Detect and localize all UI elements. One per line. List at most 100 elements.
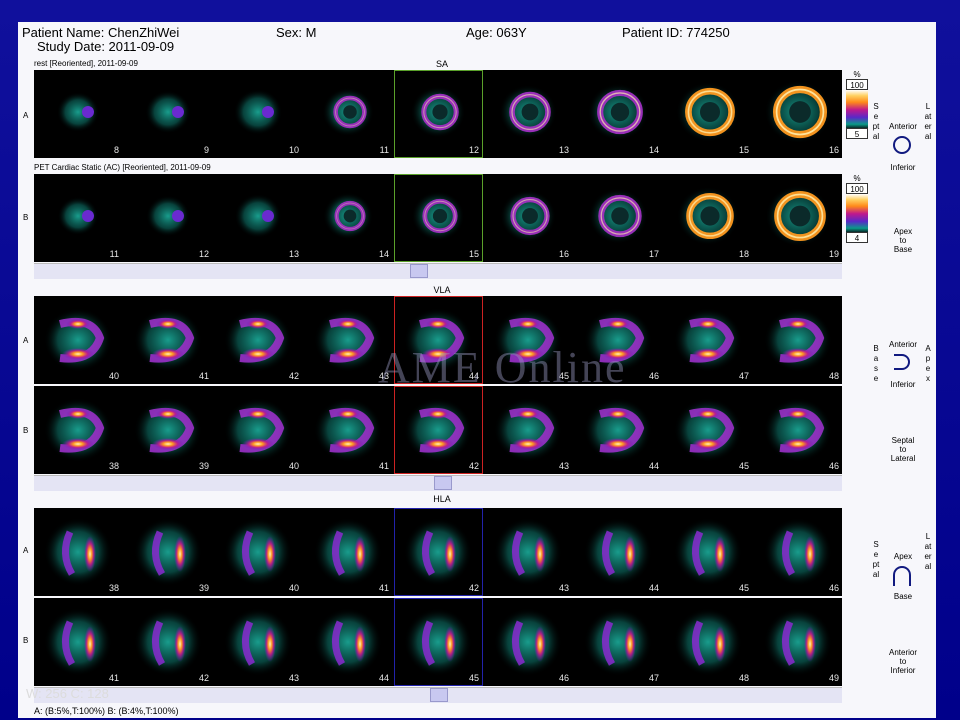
slice-image-sa-a[interactable]: 15: [664, 70, 752, 158]
slice-image-vla-b[interactable]: 45: [664, 386, 752, 474]
sa-orientation-circle-icon: [893, 136, 911, 154]
slice-image-sa-a[interactable]: 9: [124, 70, 212, 158]
slice-image-hla-a[interactable]: 44: [574, 508, 662, 596]
slice-image-vla-b[interactable]: 44: [574, 386, 662, 474]
slice-number: 13: [288, 249, 299, 259]
vla-scrollbar[interactable]: [34, 475, 842, 491]
septal-to-lateral-label: Septal to Lateral: [878, 436, 928, 463]
slice-image-sa-b[interactable]: 17: [574, 174, 662, 262]
slice-image-sa-a[interactable]: 10: [214, 70, 302, 158]
slice-number: 46: [828, 461, 839, 471]
slice-image-sa-b[interactable]: 19: [754, 174, 842, 262]
colorbar-b-max[interactable]: 100: [846, 183, 868, 194]
slice-image-vla-a[interactable]: 41: [124, 296, 212, 384]
threshold-footer: A: (B:5%,T:100%) B: (B:4%,T:100%): [34, 706, 179, 716]
hla-scrollbar[interactable]: [34, 687, 842, 703]
slice-number: 47: [648, 673, 659, 683]
slice-image-vla-b[interactable]: 38: [34, 386, 122, 474]
slice-image-vla-b[interactable]: 43: [484, 386, 572, 474]
patient-name: Patient Name: ChenZhiWei: [22, 25, 180, 40]
slice-image-hla-b[interactable]: 42: [124, 598, 212, 686]
vla-selected-slice-frame-b[interactable]: [394, 386, 483, 474]
slice-image-hla-b[interactable]: 43: [214, 598, 302, 686]
slice-number: 42: [288, 371, 299, 381]
slice-number: 40: [108, 371, 119, 381]
slice-number: 39: [198, 461, 209, 471]
slice-image-hla-a[interactable]: 46: [754, 508, 842, 596]
slice-number: 46: [828, 583, 839, 593]
slice-image-sa-b[interactable]: 14: [304, 174, 392, 262]
slice-image-hla-a[interactable]: 39: [124, 508, 212, 596]
viewer-panel: Patient Name: ChenZhiWei Study Date: 201…: [18, 22, 936, 718]
slice-image-vla-a[interactable]: 47: [664, 296, 752, 384]
slice-image-hla-b[interactable]: 49: [754, 598, 842, 686]
sa-lateral-label: Lateral: [924, 102, 932, 141]
sa-selected-slice-frame-b[interactable]: [394, 174, 483, 262]
sa-scroll-thumb[interactable]: [410, 264, 428, 278]
patient-id: Patient ID: 774250: [622, 25, 730, 40]
hla-scroll-thumb[interactable]: [430, 688, 448, 702]
vla-scroll-thumb[interactable]: [434, 476, 452, 490]
colorbar-a-percent: %: [853, 70, 861, 79]
hla-septal-label: Septal: [872, 540, 880, 579]
slice-number: 44: [378, 673, 389, 683]
hla-base-label: Base: [893, 592, 913, 601]
slice-number: 17: [648, 249, 659, 259]
series-b-title: PET Cardiac Static (AC) [Reoriented], 20…: [34, 163, 211, 172]
slice-image-hla-a[interactable]: 40: [214, 508, 302, 596]
sa-scrollbar[interactable]: [34, 263, 842, 279]
apex-to-base-line-2: to: [899, 236, 907, 245]
slice-image-sa-a[interactable]: 13: [484, 70, 572, 158]
slice-image-hla-a[interactable]: 43: [484, 508, 572, 596]
slice-number: 13: [558, 145, 569, 155]
slice-image-hla-b[interactable]: 41: [34, 598, 122, 686]
septal-to-lateral-line-1: Septal: [891, 436, 915, 445]
slice-number: 46: [648, 371, 659, 381]
slice-number: 43: [558, 461, 569, 471]
slice-image-sa-b[interactable]: 11: [34, 174, 122, 262]
slice-number: 10: [288, 145, 299, 155]
hla-selected-slice-frame-a[interactable]: [394, 508, 483, 596]
row-label-sa-a: A: [23, 111, 29, 120]
slice-image-sa-a[interactable]: 8: [34, 70, 122, 158]
slice-image-sa-b[interactable]: 18: [664, 174, 752, 262]
slice-image-sa-a[interactable]: 14: [574, 70, 662, 158]
colorbar-b-percent: %: [853, 174, 861, 183]
slice-number: 41: [378, 461, 389, 471]
colorbar-a-min[interactable]: 5: [846, 128, 868, 139]
slice-image-sa-b[interactable]: 16: [484, 174, 572, 262]
anterior-to-inferior-label: Anterior to Inferior: [876, 648, 930, 675]
hla-selected-slice-frame-b[interactable]: [394, 598, 483, 686]
slice-image-sa-b[interactable]: 12: [124, 174, 212, 262]
sa-selected-slice-frame-a[interactable]: [394, 70, 483, 158]
slice-image-hla-b[interactable]: 47: [574, 598, 662, 686]
slice-image-sa-a[interactable]: 11: [304, 70, 392, 158]
slice-number: 47: [738, 371, 749, 381]
slice-image-hla-a[interactable]: 41: [304, 508, 392, 596]
sa-anterior-label: Anterior: [888, 122, 917, 131]
slice-image-sa-b[interactable]: 13: [214, 174, 302, 262]
slice-image-hla-b[interactable]: 48: [664, 598, 752, 686]
slice-image-hla-a[interactable]: 38: [34, 508, 122, 596]
row-label-hla-a: A: [23, 546, 29, 555]
slice-image-vla-a[interactable]: 40: [34, 296, 122, 384]
slice-image-hla-b[interactable]: 44: [304, 598, 392, 686]
row-label-sa-b: B: [23, 213, 29, 222]
apex-to-base-line-1: Apex: [893, 227, 913, 236]
slice-number: 15: [738, 145, 749, 155]
septal-to-lateral-line-2: to: [899, 445, 907, 454]
slice-image-vla-b[interactable]: 46: [754, 386, 842, 474]
slice-image-vla-b[interactable]: 40: [214, 386, 302, 474]
slice-image-hla-b[interactable]: 46: [484, 598, 572, 686]
colorbar-a-max[interactable]: 100: [846, 79, 868, 90]
slice-image-vla-a[interactable]: 48: [754, 296, 842, 384]
slice-number: 40: [288, 461, 299, 471]
slice-image-vla-b[interactable]: 39: [124, 386, 212, 474]
slice-number: 14: [378, 249, 389, 259]
slice-image-vla-a[interactable]: 42: [214, 296, 302, 384]
slice-number: 9: [203, 145, 209, 155]
slice-image-hla-a[interactable]: 45: [664, 508, 752, 596]
slice-image-vla-b[interactable]: 41: [304, 386, 392, 474]
colorbar-b-min[interactable]: 4: [846, 232, 868, 243]
slice-image-sa-a[interactable]: 16: [754, 70, 842, 158]
